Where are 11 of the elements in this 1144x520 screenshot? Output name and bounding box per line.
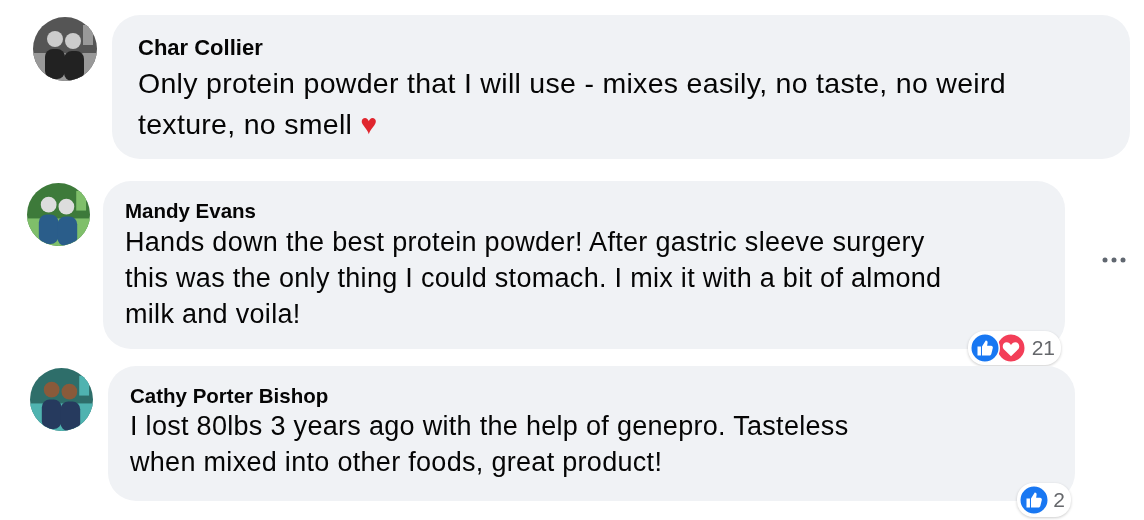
reaction-badge[interactable]: 2 xyxy=(1017,483,1071,518)
thumbs-up-icon xyxy=(969,332,1000,363)
author-name[interactable]: Cathy Porter Bishop xyxy=(130,381,329,410)
comment-text: Only protein powder that I will use - mixes easily, no taste, no weird texture, no smell ♥ xyxy=(138,65,1007,142)
thumbs-up-icon xyxy=(1019,485,1050,516)
author-name[interactable]: Char Collier xyxy=(138,33,263,63)
more-options-icon[interactable] xyxy=(1102,257,1126,263)
comment-text: I lost 80lbs 3 years ago with the help of genepro. Tasteless when mixed into other foods, great product! xyxy=(130,410,850,480)
author-name[interactable]: Mandy Evans xyxy=(125,197,257,225)
comment-text: Hands down the best protein powder! After gastric sleeve surgery this was the only thing I could stomach. I mix it with a bit of almond milk and voila! xyxy=(125,226,943,331)
reaction-badge[interactable]: 21 xyxy=(967,330,1061,365)
